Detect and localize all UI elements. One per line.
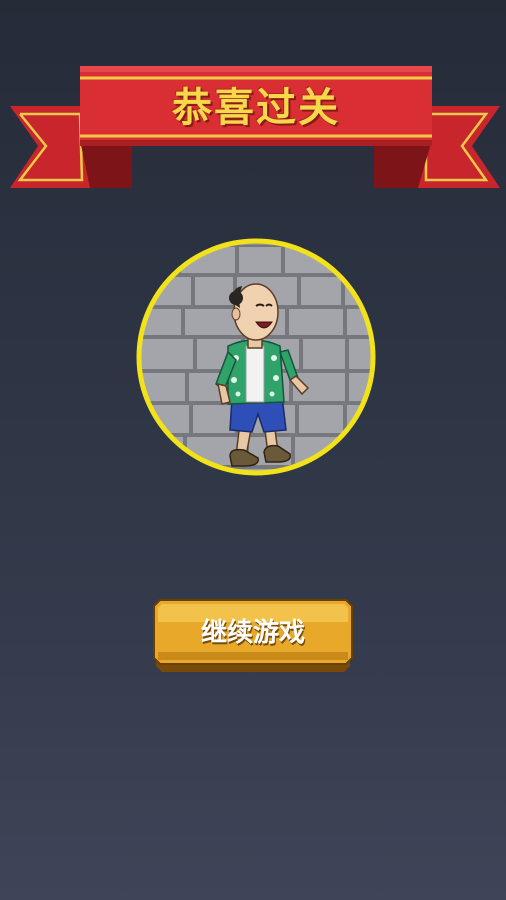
level-complete-banner: 恭喜过关	[0, 0, 506, 200]
character-portrait	[132, 234, 380, 480]
level-complete-title: 恭喜过关	[172, 85, 340, 131]
continue-game-button[interactable]: 继续游戏	[152, 598, 354, 674]
level-complete-screen: 恭喜过关 继续游戏	[0, 0, 506, 900]
character-illustration	[136, 238, 376, 476]
button-background	[153, 599, 353, 672]
